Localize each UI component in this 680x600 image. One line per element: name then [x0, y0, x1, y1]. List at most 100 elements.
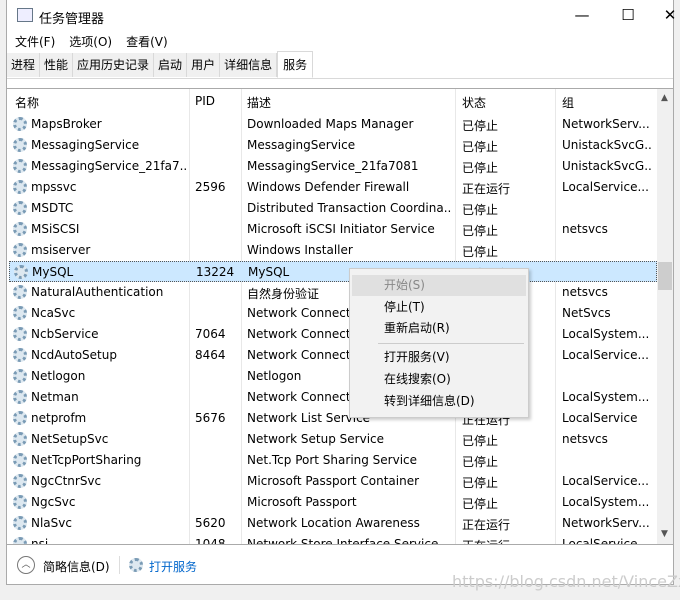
table-row[interactable]: NlaSvc 5620 Network Location Awareness 正在运行… — [9, 513, 657, 534]
menu-separator — [378, 343, 524, 344]
service-gear-icon — [13, 453, 27, 467]
service-group: netsvcs — [562, 432, 608, 446]
service-gear-icon — [13, 474, 27, 488]
tab-details[interactable]: 详细信息 — [220, 53, 278, 77]
table-row[interactable]: MapsBroker Downloaded Maps Manager 已停止 Netw… — [9, 114, 657, 135]
service-group: NetworkServ... — [562, 516, 650, 530]
service-description: Microsoft iSCSI Initiator Service — [247, 222, 435, 236]
service-group: LocalSystem... — [562, 495, 650, 509]
tab-users[interactable]: 用户 — [187, 53, 221, 77]
column-pid[interactable]: PID — [195, 94, 215, 108]
service-name: NgcSvc — [31, 495, 76, 509]
service-description: MessagingService — [247, 138, 356, 152]
menu-item-start[interactable]: 开始(S) — [352, 275, 526, 296]
scrollbar-thumb[interactable] — [658, 262, 672, 290]
service-description: Microsoft Passport — [247, 495, 357, 509]
column-name[interactable]: 名称 — [15, 94, 39, 111]
table-row[interactable]: NgcSvc Microsoft Passport 已停止 LocalSystem..… — [9, 492, 657, 513]
table-row[interactable]: netprofm 5676 Network List Service 正在运行 Loca… — [9, 408, 657, 429]
table-row[interactable]: MSiSCSI Microsoft iSCSI Initiator Service… — [9, 219, 657, 240]
table-row[interactable]: msiserver Windows Installer 已停止 — [9, 240, 657, 261]
service-name: NcbService — [31, 327, 99, 341]
watermark: https://blog.csdn.net/VinceZxy — [452, 572, 680, 591]
table-row[interactable]: MySQL13224MySQL正在运行 — [9, 261, 657, 282]
service-status: 已停止 — [462, 476, 499, 490]
column-status[interactable]: 状态 — [462, 94, 486, 111]
service-group: LocalSystem... — [562, 390, 650, 404]
column-header: ^ 名称 PID 描述 状态 组 — [7, 89, 657, 113]
menu-item-open-services[interactable]: 打开服务(V) — [352, 347, 526, 368]
table-row[interactable]: Netman Network Connecti LocalSystem... — [9, 387, 657, 408]
table-row[interactable]: NetTcpPortSharing Net.Tcp Port Sharing Se… — [9, 450, 657, 471]
service-status: 正在运行 — [462, 518, 511, 532]
service-pid: 7064 — [195, 327, 226, 341]
divider — [119, 556, 120, 574]
table-row[interactable]: Netlogon Netlogon — [9, 366, 657, 387]
fewer-details-link[interactable]: 简略信息(D) — [43, 558, 110, 575]
service-gear-icon — [13, 117, 27, 131]
service-name: NcaSvc — [31, 306, 76, 320]
service-name: NetTcpPortSharing — [31, 453, 142, 467]
service-status: 正在运行 — [462, 182, 511, 196]
service-pid: 8464 — [195, 348, 226, 362]
service-name: MessagingService_21fa7... — [31, 159, 186, 173]
menu-item-restart[interactable]: 重新启动(R) — [352, 318, 526, 339]
menu-view[interactable]: 查看(V) — [118, 31, 174, 50]
service-gear-icon — [13, 369, 27, 383]
menu-options[interactable]: 选项(O) — [61, 31, 118, 50]
menu-item-search-online[interactable]: 在线搜索(O) — [352, 369, 526, 390]
service-status: 已停止 — [462, 224, 499, 238]
table-row[interactable]: NgcCtnrSvc Microsoft Passport Container 已停… — [9, 471, 657, 492]
tab-processes[interactable]: 进程 — [7, 53, 41, 77]
tab-bar: 进程 性能 应用历史记录 启动 用户 详细信息 服务 — [7, 51, 673, 79]
service-group: LocalService... — [562, 474, 649, 488]
column-description[interactable]: 描述 — [247, 94, 271, 111]
table-row[interactable]: NetSetupSvc Network Setup Service 已停止 netsv… — [9, 429, 657, 450]
scroll-up-icon[interactable]: ▲ — [661, 93, 668, 103]
service-status: 已停止 — [462, 119, 499, 133]
service-gear-icon — [13, 390, 27, 404]
table-row[interactable]: MessagingService_21fa7... MessagingServic… — [9, 156, 657, 177]
title-bar: 任务管理器 — ☐ ✕ — [7, 0, 676, 32]
service-pid: 5620 — [195, 516, 226, 530]
service-gear-icon — [13, 138, 27, 152]
tab-performance[interactable]: 性能 — [40, 53, 74, 77]
menu-item-stop[interactable]: 停止(T) — [352, 297, 526, 318]
service-gear-icon — [13, 495, 27, 509]
table-row[interactable]: MessagingService MessagingService 已停止 Unist… — [9, 135, 657, 156]
scroll-down-icon[interactable]: ▼ — [661, 529, 668, 539]
open-services-link[interactable]: 打开服务 — [149, 558, 197, 575]
service-name: NetSetupSvc — [31, 432, 109, 446]
context-menu: 开始(S) 停止(T) 重新启动(R) 打开服务(V) 在线搜索(O) 转到详细… — [349, 268, 529, 418]
menu-item-go-to-details[interactable]: 转到详细信息(D) — [352, 391, 526, 412]
close-button[interactable]: ✕ — [647, 0, 680, 30]
menu-file[interactable]: 文件(F) — [7, 31, 61, 50]
menu-bar: 文件(F) 选项(O) 查看(V) — [7, 31, 174, 51]
collapse-icon[interactable]: ︿ — [17, 556, 35, 574]
service-pid: 2596 — [195, 180, 226, 194]
tab-startup[interactable]: 启动 — [154, 53, 188, 77]
service-name: MSiSCSI — [31, 222, 80, 236]
table-row[interactable]: NcdAutoSetup 8464 Network Connecte LocalSer… — [9, 345, 657, 366]
service-description: Microsoft Passport Container — [247, 474, 420, 488]
service-name: MSDTC — [31, 201, 74, 215]
maximize-button[interactable]: ☐ — [605, 0, 651, 30]
service-description: Downloaded Maps Manager — [247, 117, 414, 131]
tab-services[interactable]: 服务 — [277, 51, 314, 78]
service-group: netsvcs — [562, 285, 608, 299]
tab-app-history[interactable]: 应用历史记录 — [73, 53, 155, 77]
service-status: 已停止 — [462, 245, 499, 259]
table-row[interactable]: mpssvc 2596 Windows Defender Firewall 正在运行 L… — [9, 177, 657, 198]
service-name: MapsBroker — [31, 117, 102, 131]
table-row[interactable]: NcaSvc Network Connecti NetSvcs — [9, 303, 657, 324]
table-row[interactable]: NcbService 7064 Network Connecti LocalSyste… — [9, 324, 657, 345]
column-group[interactable]: 组 — [562, 94, 574, 111]
service-gear-icon — [13, 180, 27, 194]
service-gear-icon — [13, 306, 27, 320]
minimize-button[interactable]: — — [559, 0, 605, 30]
service-group: UnistackSvcG... — [562, 159, 652, 173]
table-row[interactable]: MSDTC Distributed Transaction Coordina...… — [9, 198, 657, 219]
service-group: LocalService... — [562, 348, 649, 362]
table-row[interactable]: NaturalAuthentication 自然身份验证 netsvcs — [9, 282, 657, 303]
vertical-scrollbar[interactable]: ▲ ▼ — [657, 89, 673, 544]
